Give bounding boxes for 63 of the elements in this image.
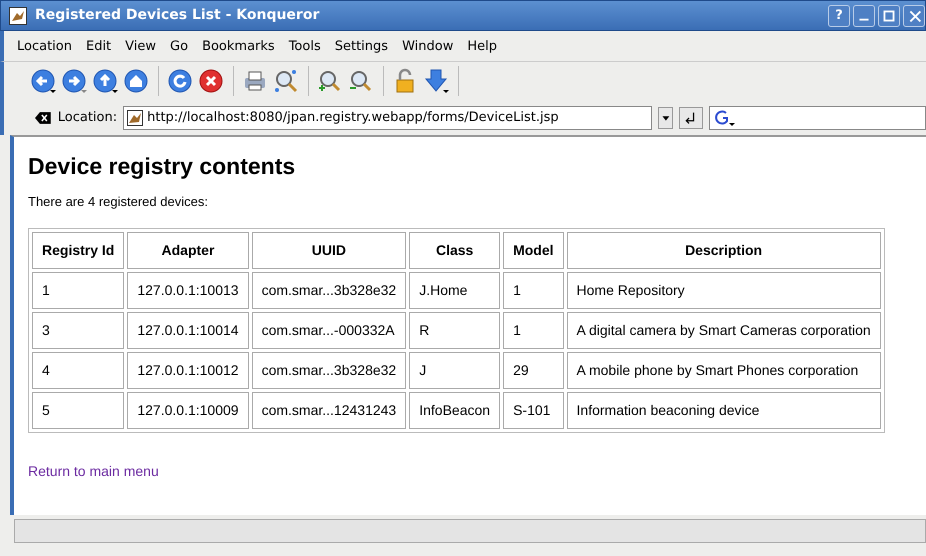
- table-cell: 127.0.0.1:10009: [127, 392, 249, 429]
- menu-item[interactable]: View: [118, 37, 164, 56]
- column-header: Class: [409, 232, 500, 269]
- table-cell: 1: [503, 312, 564, 349]
- app-icon: [9, 6, 27, 24]
- window-title: Registered Devices List - Konqueror: [35, 6, 320, 25]
- table-cell: 1: [32, 272, 124, 309]
- menu-item[interactable]: Help: [460, 37, 504, 56]
- summary-text: There are 4 registered devices:: [28, 193, 209, 212]
- table-cell: 1: [503, 272, 564, 309]
- table-cell: 127.0.0.1:10014: [127, 312, 249, 349]
- reload-icon[interactable]: [167, 68, 194, 94]
- table-cell: com.smar...3b328e32: [252, 272, 406, 309]
- menu-item[interactable]: Settings: [328, 37, 396, 56]
- table-cell: J.Home: [409, 272, 500, 309]
- back-icon[interactable]: [30, 68, 57, 94]
- minimize-icon[interactable]: [853, 4, 875, 26]
- download-icon[interactable]: [423, 68, 450, 94]
- column-header: Model: [503, 232, 564, 269]
- location-label: Location:: [58, 108, 118, 127]
- return-link[interactable]: Return to main menu: [28, 460, 159, 482]
- menu-item[interactable]: Bookmarks: [195, 37, 282, 56]
- home-icon[interactable]: [123, 68, 150, 94]
- column-header: Adapter: [127, 232, 249, 269]
- url-field[interactable]: http://localhost:8080/jpan.registry.webapp/forms/DeviceList.jsp: [123, 106, 652, 130]
- table-cell: 4: [32, 352, 124, 389]
- table-cell: 5: [32, 392, 124, 429]
- column-header: Registry Id: [32, 232, 124, 269]
- table-cell: A digital camera by Smart Cameras corporation: [566, 312, 881, 349]
- dropdown-icon[interactable]: [658, 106, 674, 128]
- table-cell: com.smar...-000332A: [252, 312, 406, 349]
- column-header: Description: [566, 232, 881, 269]
- menu-item[interactable]: Go: [163, 37, 196, 56]
- menu-item[interactable]: Edit: [78, 37, 118, 56]
- go-icon[interactable]: [679, 106, 704, 128]
- table-cell: 3: [32, 312, 124, 349]
- favicon-icon: [127, 110, 144, 126]
- clear-location-icon[interactable]: [34, 110, 52, 124]
- table-cell: Information beaconing device: [566, 392, 881, 429]
- table-cell: J: [409, 352, 500, 389]
- forward-icon[interactable]: [61, 68, 88, 94]
- stop-icon[interactable]: [198, 68, 225, 94]
- column-header: UUID: [252, 232, 406, 269]
- up-icon[interactable]: [92, 68, 119, 94]
- table-cell: 127.0.0.1:10013: [127, 272, 249, 309]
- maximize-icon[interactable]: [878, 4, 900, 26]
- search-field[interactable]: [709, 106, 926, 130]
- table-cell: A mobile phone by Smart Phones corporation: [566, 352, 881, 389]
- table-cell: com.smar...12431243: [252, 392, 406, 429]
- menu-item[interactable]: Tools: [282, 37, 328, 56]
- table-cell: 127.0.0.1:10012: [127, 352, 249, 389]
- table-cell: Home Repository: [566, 272, 881, 309]
- find-icon[interactable]: [273, 68, 300, 94]
- table-cell: 29: [503, 352, 564, 389]
- table-cell: com.smar...3b328e32: [252, 352, 406, 389]
- menu-item[interactable]: Window: [395, 37, 460, 56]
- close-icon[interactable]: [903, 4, 925, 26]
- help-button[interactable]: ?: [828, 4, 850, 26]
- menu-item[interactable]: Location: [10, 37, 79, 56]
- table-cell: S-101: [503, 392, 564, 429]
- table-cell: InfoBeacon: [409, 392, 500, 429]
- table-cell: R: [409, 312, 500, 349]
- page-heading: Device registry contents: [28, 152, 296, 180]
